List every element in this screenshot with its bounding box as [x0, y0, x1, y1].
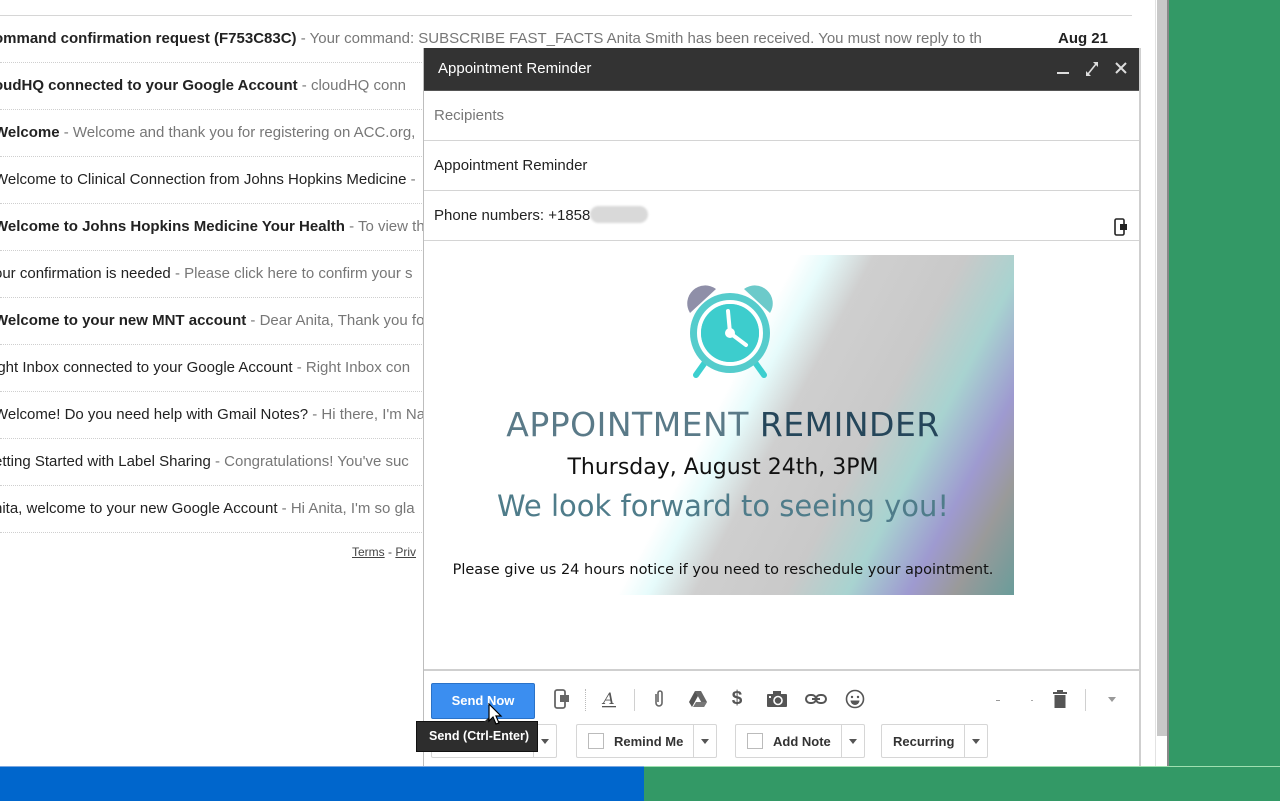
- phone-numbers-field[interactable]: Phone numbers: +1858: [424, 191, 1139, 241]
- emoji-icon[interactable]: [843, 687, 867, 711]
- message-body[interactable]: APPOINTMENT REMINDER Thursday, August 24…: [424, 241, 1139, 671]
- footer-separator: -: [384, 545, 396, 559]
- expand-icon[interactable]: [1083, 59, 1100, 79]
- chevron-down-icon: [541, 738, 549, 744]
- mail-snippet: - Congratulations! You've suc: [210, 453, 409, 470]
- recurring-label: Recurring: [893, 733, 955, 749]
- mail-snippet: - Welcome and thank you for registering …: [59, 124, 416, 141]
- banner-date: Thursday, August 24th, 3PM: [567, 455, 879, 480]
- mail-subject: nita, welcome to your new Google Account: [0, 500, 278, 517]
- phone-numbers-label: Phone numbers: +1858: [434, 207, 591, 224]
- window-border: [1167, 0, 1169, 766]
- banner-title: APPOINTMENT REMINDER: [432, 405, 1014, 444]
- compose-header[interactable]: Appointment Reminder: [424, 48, 1139, 91]
- mouse-cursor-icon: [488, 703, 503, 725]
- attach-icon[interactable]: [647, 687, 671, 711]
- mail-subject: Welcome: [0, 124, 60, 141]
- chevron-down-icon: [701, 738, 710, 744]
- more-options-icon[interactable]: [1100, 687, 1124, 711]
- mail-snippet: - Your command: SUBSCRIBE FAST_FACTS Ani…: [296, 30, 982, 47]
- toolbar-divider: [1085, 689, 1086, 711]
- remind-me-button[interactable]: Remind Me: [576, 724, 718, 758]
- delete-icon[interactable]: [1048, 687, 1072, 711]
- mail-subject: our confirmation is needed: [0, 265, 171, 282]
- banner-note: Please give us 24 hours notice if you ne…: [452, 562, 994, 578]
- text-format-icon[interactable]: A: [597, 687, 621, 711]
- appointment-banner-image: APPOINTMENT REMINDER Thursday, August 24…: [432, 255, 1014, 595]
- gmail-window: ommand confirmation request (F753C83C) -…: [0, 0, 1169, 766]
- mail-snippet: - Hi Anita, I'm so gla: [277, 500, 415, 517]
- mail-subject: oudHQ connected to your Google Account: [0, 77, 298, 94]
- mail-snippet: - Dear Anita, Thank you fo: [246, 312, 425, 329]
- add-note-button[interactable]: Add Note: [735, 724, 865, 758]
- toolbar-divider: [634, 689, 635, 711]
- mail-subject: Welcome to Johns Hopkins Medicine Your H…: [0, 218, 345, 235]
- compose-toolbar: Send Now A $: [424, 677, 1139, 723]
- subject-input[interactable]: Appointment Reminder: [424, 141, 1139, 191]
- toolbar-dash: [1031, 700, 1033, 701]
- send-tooltip: Send (Ctrl-Enter): [416, 716, 538, 752]
- remind-me-dropdown[interactable]: [693, 725, 716, 757]
- drive-icon[interactable]: [686, 687, 710, 711]
- taskbar-left: [0, 766, 644, 801]
- compose-title: Appointment Reminder: [438, 60, 592, 77]
- alarm-clock-icon: [687, 285, 773, 378]
- mail-subject: Welcome! Do you need help with Gmail Not…: [0, 406, 309, 423]
- mail-subject: etting Started with Label Sharing: [0, 453, 211, 470]
- mail-snippet: - cloudHQ conn: [297, 77, 407, 94]
- recipients-input[interactable]: Recipients: [424, 91, 1139, 141]
- toolbar-divider: [585, 689, 587, 711]
- mail-subject: Welcome to your new MNT account: [0, 312, 247, 329]
- banner-title-part: REMINDER: [759, 405, 940, 444]
- toolbar-dash: [996, 700, 1000, 701]
- remind-me-checkbox[interactable]: [588, 733, 604, 749]
- mail-snippet: -: [406, 171, 416, 188]
- send-now-button[interactable]: Send Now: [431, 683, 535, 719]
- add-note-dropdown[interactable]: [840, 725, 864, 757]
- compose-window: Appointment Reminder Recipients Appointm…: [423, 48, 1141, 766]
- banner-tagline: We look forward to seeing you!: [496, 489, 950, 523]
- link-icon[interactable]: [804, 687, 828, 711]
- taskbar-right: [644, 766, 1280, 801]
- add-note-checkbox[interactable]: [747, 733, 763, 749]
- mail-subject: ommand confirmation request (F753C83C): [0, 30, 297, 47]
- redacted-phone: [590, 206, 649, 224]
- mail-snippet: - Right Inbox con: [292, 359, 411, 376]
- mail-snippet: - To view th: [344, 218, 425, 235]
- chevron-down-icon: [848, 738, 857, 744]
- terms-link[interactable]: Terms: [352, 545, 385, 559]
- recurring-dropdown[interactable]: [964, 725, 987, 757]
- mail-subject: ight Inbox connected to your Google Acco…: [0, 359, 293, 376]
- privacy-link[interactable]: Priv: [395, 545, 416, 559]
- mail-snippet: - Hi there, I'm Na: [308, 406, 426, 423]
- mail-footer: Terms - Priv: [352, 545, 416, 559]
- close-icon[interactable]: [1112, 59, 1129, 79]
- minimize-icon[interactable]: [1054, 59, 1071, 79]
- desktop-background: [1169, 0, 1280, 800]
- mail-snippet: - Please click here to confirm your s: [170, 265, 413, 282]
- recurring-button[interactable]: Recurring: [881, 724, 989, 758]
- sms-icon[interactable]: [550, 687, 574, 711]
- add-note-label: Add Note: [773, 733, 831, 749]
- camera-icon[interactable]: [765, 687, 789, 711]
- remind-me-label: Remind Me: [614, 733, 684, 749]
- chevron-down-icon: [972, 738, 981, 744]
- mail-subject: Welcome to Clinical Connection from John…: [0, 171, 407, 188]
- svg-text:A: A: [601, 689, 615, 708]
- banner-title-part: APPOINTMENT: [506, 405, 760, 444]
- dollar-icon[interactable]: $: [725, 687, 749, 711]
